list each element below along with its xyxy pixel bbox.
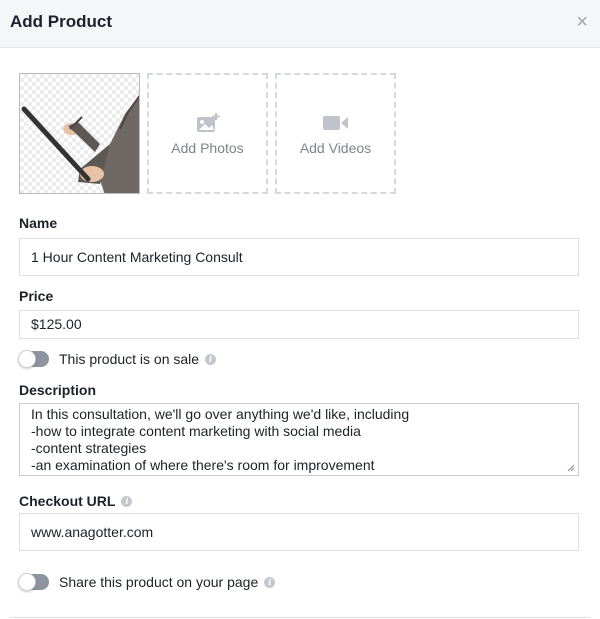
price-input[interactable]: $125.00 xyxy=(19,310,579,339)
description-line: -an examination of where there's room fo… xyxy=(31,457,375,473)
resize-grip-icon[interactable] xyxy=(567,464,575,472)
media-row: Add Photos Add Videos xyxy=(19,73,396,194)
share-row: Share this product on your page i xyxy=(18,573,276,591)
add-photo-icon xyxy=(196,112,220,134)
on-sale-toggle[interactable] xyxy=(18,350,49,368)
on-sale-row: This product is on sale i xyxy=(18,350,217,368)
share-label: Share this product on your page xyxy=(59,574,259,590)
description-label: Description xyxy=(19,382,97,398)
info-icon[interactable]: i xyxy=(121,495,133,507)
product-image xyxy=(21,95,139,193)
checkout-url-label-row: Checkout URL i xyxy=(19,493,133,509)
description-line: -content strategies xyxy=(31,440,147,456)
toggle-knob xyxy=(18,573,36,591)
on-sale-label: This product is on sale xyxy=(59,351,200,367)
price-label: Price xyxy=(19,288,54,304)
add-videos-label: Add Videos xyxy=(299,139,372,156)
add-photos-button[interactable]: Add Photos xyxy=(147,73,268,194)
name-label: Name xyxy=(19,215,58,231)
description-line: In this consultation, we'll go over anyt… xyxy=(31,406,410,422)
info-icon[interactable]: i xyxy=(205,353,217,365)
description-textarea[interactable]: In this consultation, we'll go over anyt… xyxy=(19,403,579,476)
video-camera-icon xyxy=(322,112,349,134)
checkout-url-label: Checkout URL xyxy=(19,493,116,509)
description-line: -how to integrate content marketing with… xyxy=(31,423,361,439)
checkout-url-input[interactable]: www.anagotter.com xyxy=(19,513,579,551)
toggle-knob xyxy=(18,350,36,368)
footer-divider xyxy=(10,617,590,618)
product-thumbnail[interactable] xyxy=(19,73,140,194)
share-toggle[interactable] xyxy=(18,573,49,591)
dialog-title: Add Product xyxy=(10,12,112,31)
dialog-header: Add Product × xyxy=(0,0,600,48)
add-photos-label: Add Photos xyxy=(171,139,244,156)
add-videos-button[interactable]: Add Videos xyxy=(275,73,396,194)
close-icon[interactable]: × xyxy=(576,12,588,32)
info-icon[interactable]: i xyxy=(264,576,276,588)
name-input[interactable]: 1 Hour Content Marketing Consult xyxy=(19,238,579,276)
